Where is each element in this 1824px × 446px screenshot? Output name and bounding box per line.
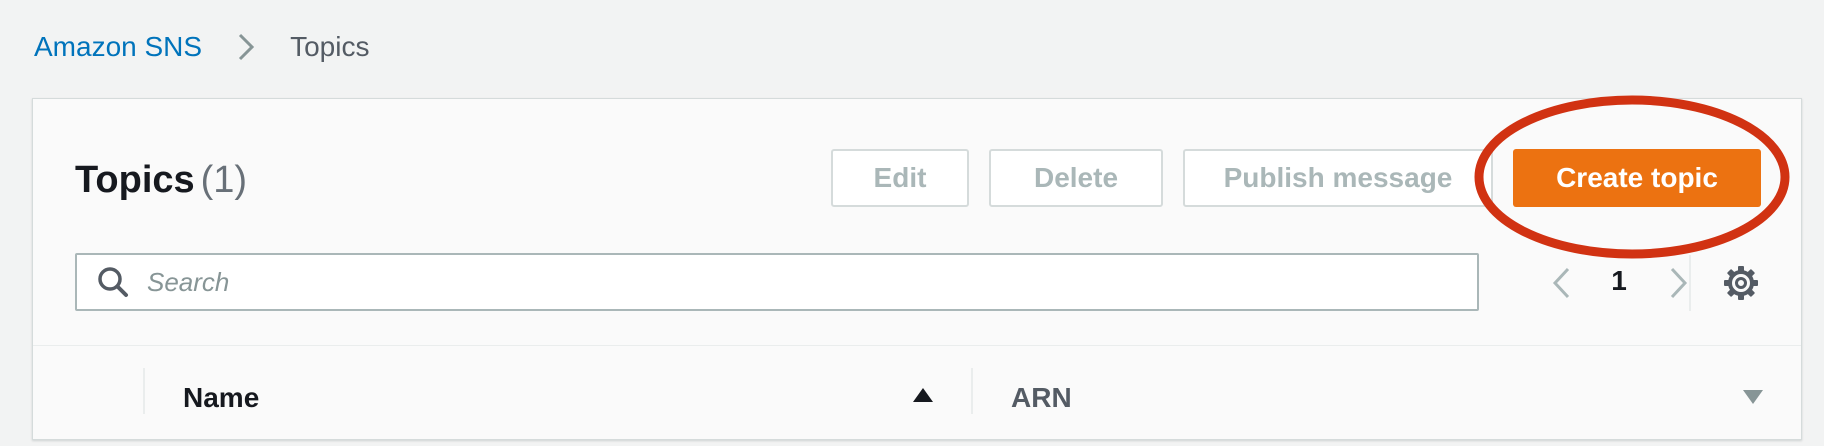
column-divider bbox=[143, 368, 145, 414]
search-input[interactable] bbox=[145, 265, 1449, 299]
gear-icon[interactable] bbox=[1721, 263, 1761, 303]
search-icon bbox=[97, 266, 129, 298]
create-topic-button[interactable]: Create topic bbox=[1513, 149, 1761, 207]
column-divider[interactable] bbox=[971, 368, 973, 414]
topics-count: (1) bbox=[200, 159, 248, 201]
column-header-arn[interactable]: ARN bbox=[1011, 382, 1072, 414]
page-title: Topics (1) bbox=[75, 159, 247, 202]
edit-button[interactable]: Edit bbox=[831, 149, 969, 207]
chevron-right-icon bbox=[226, 30, 266, 64]
delete-button[interactable]: Delete bbox=[989, 149, 1163, 207]
divider bbox=[1689, 255, 1691, 311]
search-box[interactable] bbox=[75, 253, 1479, 311]
page-title-text: Topics bbox=[75, 159, 195, 201]
publish-message-button[interactable]: Publish message bbox=[1183, 149, 1493, 207]
chevron-left-icon[interactable] bbox=[1545, 263, 1577, 303]
table-header: Name ARN bbox=[33, 346, 1801, 446]
breadcrumb-amazon-sns-link[interactable]: Amazon SNS bbox=[34, 31, 202, 63]
column-header-name[interactable]: Name bbox=[183, 382, 259, 414]
pagination-current-page[interactable]: 1 bbox=[1599, 265, 1639, 297]
breadcrumb: Amazon SNS Topics bbox=[34, 30, 369, 64]
breadcrumb-current: Topics bbox=[290, 31, 370, 62]
sort-descending-icon[interactable] bbox=[1741, 386, 1765, 406]
topics-panel: Topics (1) Edit Delete Publish message Cr… bbox=[32, 98, 1802, 440]
sort-ascending-icon[interactable] bbox=[911, 386, 935, 406]
